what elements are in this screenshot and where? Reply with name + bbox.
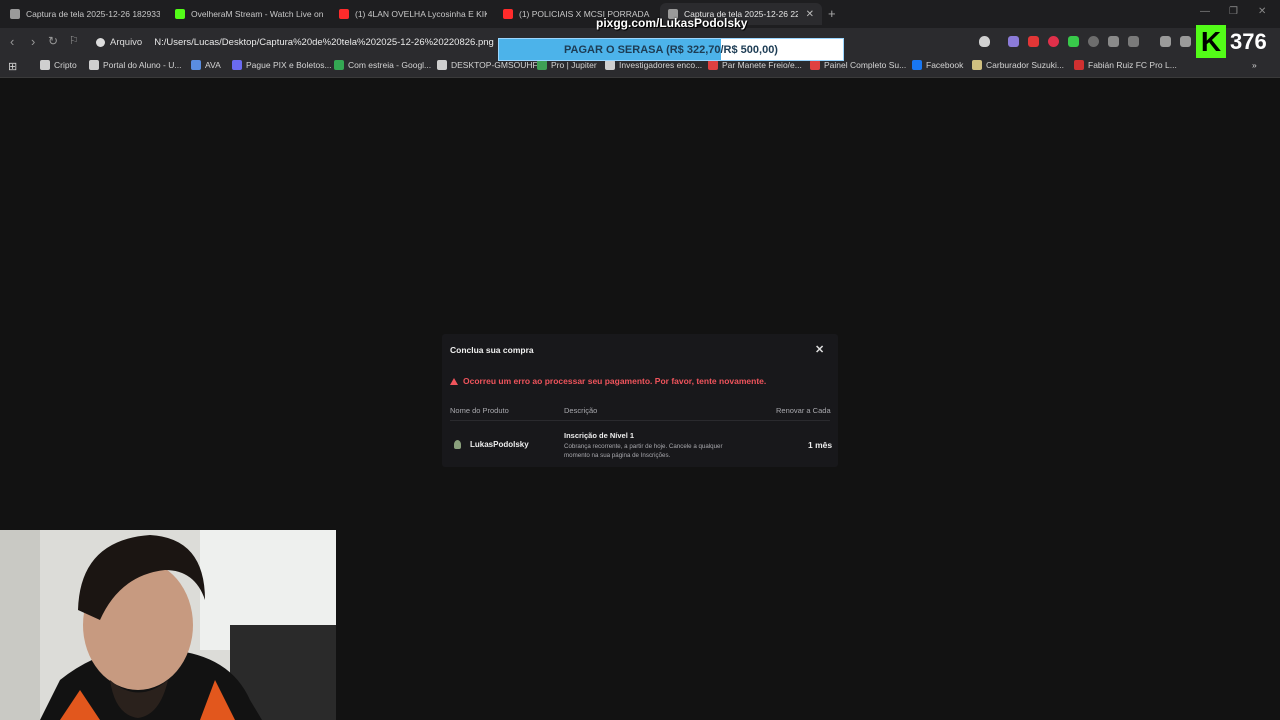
facebook-icon	[912, 60, 922, 70]
youtube-icon	[339, 9, 349, 19]
chevron-more-icon[interactable]: »	[1252, 60, 1257, 70]
tab-title: Captura de tela 2025-12-26 182933.p	[26, 9, 160, 19]
tab-title: OvelheraM Stream - Watch Live on K	[191, 9, 323, 19]
product-name: LukasPodolsky	[470, 440, 529, 449]
scheme-label: Arquivo	[110, 36, 143, 48]
viewer-count: 376	[1230, 28, 1267, 54]
new-tab-button[interactable]: +	[828, 6, 836, 21]
url-text[interactable]: N:/Users/Lucas/Desktop/Captura%20de%20te…	[154, 37, 494, 48]
pix-icon	[232, 60, 242, 70]
page-icon	[10, 9, 20, 19]
extension-icon[interactable]	[1008, 36, 1019, 47]
google-drive-icon	[334, 60, 344, 70]
bookmark-label: Investigadores enco...	[619, 60, 703, 70]
bookmark-item[interactable]: DESKTOP-GMSOUHF	[437, 60, 538, 70]
youtube-icon	[503, 9, 513, 19]
bookmark-item[interactable]: Par Manete Freio/e...	[708, 60, 802, 70]
apps-icon[interactable]: ⊞	[8, 60, 17, 73]
column-header-description: Descrição	[564, 406, 598, 415]
bookmark-item[interactable]: Carburador Suzuki...	[972, 60, 1064, 70]
bookmark-item[interactable]: Painel Completo Su...	[810, 60, 906, 70]
avatar	[454, 440, 461, 449]
column-header-renew: Renovar a Cada	[776, 406, 831, 415]
webcam-image	[0, 530, 336, 720]
tab-youtube-1[interactable]: (1) 4LAN OVELHA Lycosinha E KIKIRA	[339, 3, 487, 25]
bookmark-item[interactable]: Investigadores enco...	[605, 60, 702, 70]
extension-icon[interactable]	[1068, 36, 1079, 47]
bookmark-item[interactable]: Fabián Ruiz FC Pro L...	[1074, 60, 1177, 70]
kick-logo-icon: K	[1196, 25, 1226, 58]
shop-icon	[708, 60, 718, 70]
bookmark-label: AVA	[205, 60, 221, 70]
tab-captura-1[interactable]: Captura de tela 2025-12-26 182933.p	[10, 3, 160, 25]
sidebar-icon[interactable]	[1180, 36, 1191, 47]
bookmark-item[interactable]: Pague PIX e Boletos...	[232, 60, 332, 70]
bookmark-label: Painel Completo Su...	[824, 60, 907, 70]
bookmark-item[interactable]: Cripto	[40, 60, 77, 70]
bookmark-label: Cripto	[54, 60, 77, 70]
close-tab-icon[interactable]: ✕	[806, 9, 814, 20]
error-text: Ocorreu um erro ao processar seu pagamen…	[463, 376, 767, 386]
bookmark-label: Par Manete Freio/e...	[722, 60, 802, 70]
maximize-button[interactable]: ❐	[1229, 6, 1238, 17]
jupiter-icon	[537, 60, 547, 70]
kick-viewer-badge: K 376	[1196, 25, 1276, 58]
stream-pix-url: pixgg.com/LukasPodolsky	[596, 16, 748, 30]
description-subtitle: Cobrança recorrente, a partir de hoje. C…	[564, 443, 723, 459]
ava-icon	[191, 60, 201, 70]
reload-icon[interactable]: ↻	[48, 34, 58, 48]
media-icon[interactable]	[1160, 36, 1171, 47]
bookmark-item[interactable]: Portal do Aluno - U...	[89, 60, 181, 70]
folder-icon	[40, 60, 50, 70]
extension-icon[interactable]	[1048, 36, 1059, 47]
tab-kick-stream[interactable]: OvelheraM Stream - Watch Live on K	[175, 3, 323, 25]
bookmark-item[interactable]: AVA	[191, 60, 221, 70]
tab-title: (1) 4LAN OVELHA Lycosinha E KIKIRA	[355, 9, 487, 19]
close-icon[interactable]: ✕	[815, 343, 824, 356]
bookmark-item[interactable]: Com estreia - Googl...	[334, 60, 431, 70]
globe-icon	[605, 60, 615, 70]
info-icon[interactable]	[96, 37, 105, 47]
forward-icon[interactable]: ›	[31, 34, 35, 49]
minimize-button[interactable]: —	[1200, 6, 1210, 17]
bookmark-label: Facebook	[926, 60, 964, 70]
globe-icon	[89, 60, 99, 70]
bookmark-icon[interactable]: ⚐	[69, 34, 79, 47]
puzzle-icon[interactable]	[1108, 36, 1119, 47]
webcam-feed	[0, 530, 336, 720]
screen: Captura de tela 2025-12-26 182933.p Ovel…	[0, 0, 1280, 720]
goal-label: PAGAR O SERASA (R$ 322,70/R$ 500,00)	[564, 43, 778, 56]
desktop-icon	[437, 60, 447, 70]
ea-icon	[1074, 60, 1084, 70]
bookmark-item[interactable]: Pro | Jupiter	[537, 60, 597, 70]
extension-icon[interactable]	[1028, 36, 1039, 47]
carburetor-icon	[972, 60, 982, 70]
bookmark-label: Portal do Aluno - U...	[103, 60, 182, 70]
bookmark-label: Com estreia - Googl...	[348, 60, 432, 70]
bookmark-item[interactable]: Facebook	[912, 60, 963, 70]
error-message: Ocorreu um erro ao processar seu pagamen…	[450, 376, 766, 386]
back-icon[interactable]: ‹	[10, 34, 14, 49]
shop-icon	[810, 60, 820, 70]
kick-icon	[175, 9, 185, 19]
screenshot-icon[interactable]	[1128, 36, 1139, 47]
column-header-product: Nome do Produto	[450, 406, 509, 415]
bookmark-label: Carburador Suzuki...	[986, 60, 1064, 70]
bookmark-label: Pro | Jupiter	[551, 60, 597, 70]
bookmark-label: DESKTOP-GMSOUHF	[451, 60, 538, 70]
purchase-modal: Conclua sua compra ✕ Ocorreu um erro ao …	[442, 334, 838, 467]
close-window-button[interactable]: ✕	[1258, 6, 1266, 17]
extension-icon[interactable]	[1088, 36, 1099, 47]
description-title: Inscrição de Nível 1	[564, 431, 635, 440]
renew-period: 1 mês	[808, 440, 833, 450]
bookmark-label: Fabián Ruiz FC Pro L...	[1088, 60, 1177, 70]
shield-extension-icon[interactable]	[979, 36, 990, 47]
warning-icon	[450, 377, 458, 385]
bookmark-label: Pague PIX e Boletos...	[246, 60, 332, 70]
donation-goal-bar: PAGAR O SERASA (R$ 322,70/R$ 500,00)	[498, 38, 844, 61]
divider	[450, 420, 830, 421]
modal-title: Conclua sua compra	[450, 345, 534, 355]
